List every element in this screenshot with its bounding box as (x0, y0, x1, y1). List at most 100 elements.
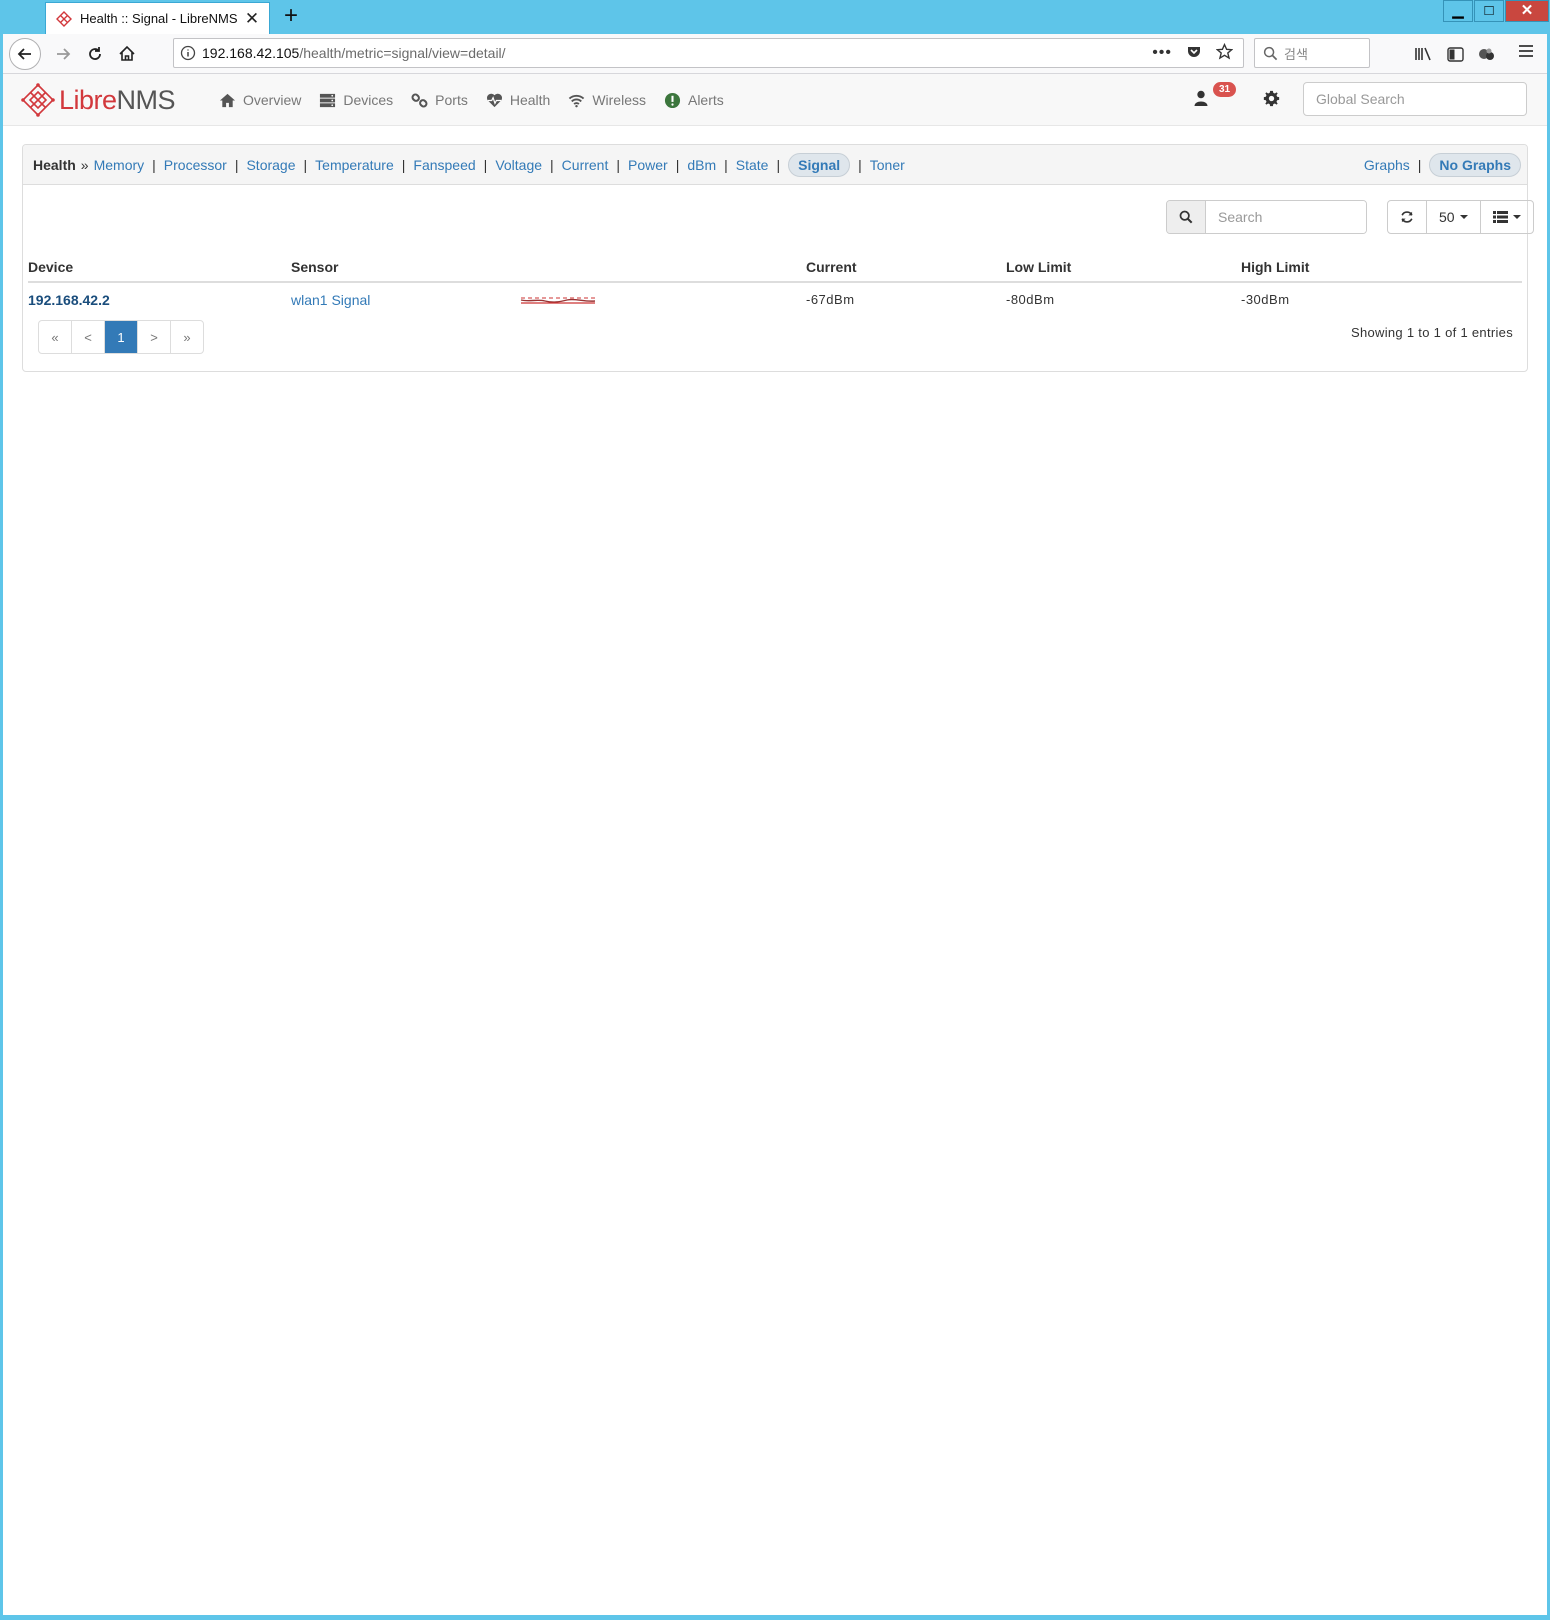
metric-link-processor[interactable]: Processor (164, 157, 227, 173)
metric-link-current[interactable]: Current (562, 157, 609, 173)
metric-link-toner[interactable]: Toner (870, 157, 905, 173)
nav-wireless-label: Wireless (592, 92, 646, 108)
health-panel: Health » Memory | Processor | Storage | … (22, 144, 1534, 372)
metric-link-fanspeed[interactable]: Fanspeed (413, 157, 475, 173)
metric-link-temperature[interactable]: Temperature (315, 157, 394, 173)
columns-dropdown[interactable] (1481, 201, 1533, 233)
breadcrumb-separator: » (80, 156, 89, 173)
link-divider: | (776, 156, 781, 173)
first-page-button[interactable]: « (39, 321, 72, 353)
sparkline-graph[interactable] (519, 291, 597, 305)
url-host: 192.168.42.105 (202, 45, 300, 61)
link-divider: | (401, 156, 406, 173)
col-sensor[interactable]: Sensor (291, 251, 519, 283)
page-actions-icon[interactable]: ••• (1152, 44, 1172, 62)
metric-link-signal-active[interactable]: Signal (788, 152, 851, 177)
librenms-logo[interactable]: Libre NMS (21, 83, 176, 117)
home-button[interactable] (111, 38, 143, 70)
table-row: 192.168.42.2 wlan1 Signal -67dBm -80dBm … (28, 282, 1522, 316)
url-path: /health/metric=signal/view=detail/ (299, 45, 506, 61)
brand-nms: NMS (116, 84, 176, 115)
col-high-limit[interactable]: High Limit (1241, 251, 1522, 283)
metric-link-state[interactable]: State (736, 157, 769, 173)
exclamation-circle-icon (664, 92, 681, 108)
device-link[interactable]: 192.168.42.2 (28, 292, 110, 308)
page-viewport: Libre NMS Overview Devices Ports Health W… (3, 74, 1547, 1615)
extension-icon[interactable] (1477, 44, 1497, 64)
pocket-icon[interactable] (1186, 44, 1202, 63)
link-divider: | (303, 156, 308, 173)
nav-health[interactable]: Health (486, 92, 550, 109)
col-device[interactable]: Device (28, 251, 291, 283)
back-button[interactable] (9, 38, 41, 70)
health-breadcrumb: Health » Memory | Processor | Storage | … (23, 145, 1527, 185)
address-bar[interactable]: 192.168.42.105/health/metric=signal/view… (173, 38, 1244, 68)
nav-wireless[interactable]: Wireless (568, 92, 646, 109)
new-tab-icon[interactable]: + (276, 2, 306, 32)
library-icon[interactable] (1413, 44, 1433, 64)
metric-link-memory[interactable]: Memory (94, 157, 145, 173)
metric-link-dbm[interactable]: dBm (687, 157, 716, 173)
next-page-button[interactable]: > (138, 321, 171, 353)
home-icon (119, 45, 135, 61)
page-1-button[interactable]: 1 (105, 321, 138, 353)
window-close-button[interactable]: ✕ (1505, 0, 1549, 22)
global-search-input[interactable] (1303, 82, 1527, 116)
col-current[interactable]: Current (806, 251, 1006, 283)
browser-tab[interactable]: Health :: Signal - LibreNMS ✕ (45, 2, 270, 34)
server-icon (320, 93, 336, 107)
link-divider: | (234, 156, 239, 173)
forward-arrow-icon (57, 48, 71, 60)
page-size-value: 50 (1439, 209, 1455, 225)
gear-icon[interactable] (1263, 90, 1280, 110)
reload-button[interactable] (79, 38, 111, 70)
window-maximize-button[interactable]: □ (1474, 0, 1504, 22)
browser-search-bar[interactable]: 검색 (1254, 38, 1370, 68)
menu-hamburger-icon[interactable] (1518, 44, 1536, 61)
list-icon (1492, 211, 1508, 223)
link-divider: | (483, 156, 488, 173)
nav-ports-label: Ports (435, 92, 468, 108)
nav-alerts-label: Alerts (687, 92, 724, 108)
browser-search-placeholder: 검색 (1284, 46, 1308, 62)
browser-toolbar: 192.168.42.105/health/metric=signal/view… (3, 34, 1547, 74)
nav-overview[interactable]: Overview (219, 92, 301, 109)
window-minimize-button[interactable]: ▁ (1443, 0, 1473, 22)
link-divider: | (616, 156, 620, 173)
user-icon[interactable] (1194, 90, 1208, 109)
nav-ports[interactable]: Ports (411, 92, 468, 109)
view-graphs-link[interactable]: Graphs (1364, 157, 1410, 173)
notification-badge[interactable]: 31 (1213, 82, 1237, 97)
prev-page-button[interactable]: < (72, 321, 105, 353)
page-size-dropdown[interactable]: 50 (1427, 201, 1481, 233)
metric-link-storage[interactable]: Storage (246, 157, 295, 173)
refresh-button[interactable] (1388, 201, 1427, 233)
heartbeat-icon (486, 93, 502, 107)
search-icon (1167, 201, 1206, 233)
metric-link-power[interactable]: Power (628, 157, 668, 173)
forward-button[interactable] (47, 38, 79, 70)
reload-icon (89, 47, 101, 60)
caret-down-icon (1459, 215, 1468, 219)
back-arrow-icon (17, 48, 31, 60)
table-search-input[interactable] (1206, 201, 1366, 233)
brand-libre: Libre (59, 84, 117, 115)
last-page-button[interactable]: » (171, 321, 203, 353)
wifi-icon (569, 94, 585, 107)
tab-title: Health :: Signal - LibreNMS (80, 11, 238, 26)
bookmark-star-icon[interactable] (1215, 42, 1234, 63)
view-no-graphs-active[interactable]: No Graphs (1429, 152, 1521, 177)
table-actions: 50 (1166, 200, 1534, 234)
sensor-link[interactable]: wlan1 Signal (291, 292, 370, 308)
col-low-limit[interactable]: Low Limit (1006, 251, 1241, 283)
entries-info: Showing 1 to 1 of 1 entries (1350, 325, 1513, 340)
tab-close-icon[interactable]: ✕ (241, 9, 263, 29)
nav-devices[interactable]: Devices (319, 92, 393, 109)
search-icon (1263, 46, 1278, 60)
info-icon[interactable] (174, 45, 202, 61)
sidebar-icon[interactable] (1445, 44, 1465, 64)
metric-link-voltage[interactable]: Voltage (495, 157, 542, 173)
link-divider: | (550, 156, 554, 173)
nav-alerts[interactable]: Alerts (664, 92, 724, 109)
link-divider: | (152, 156, 156, 173)
